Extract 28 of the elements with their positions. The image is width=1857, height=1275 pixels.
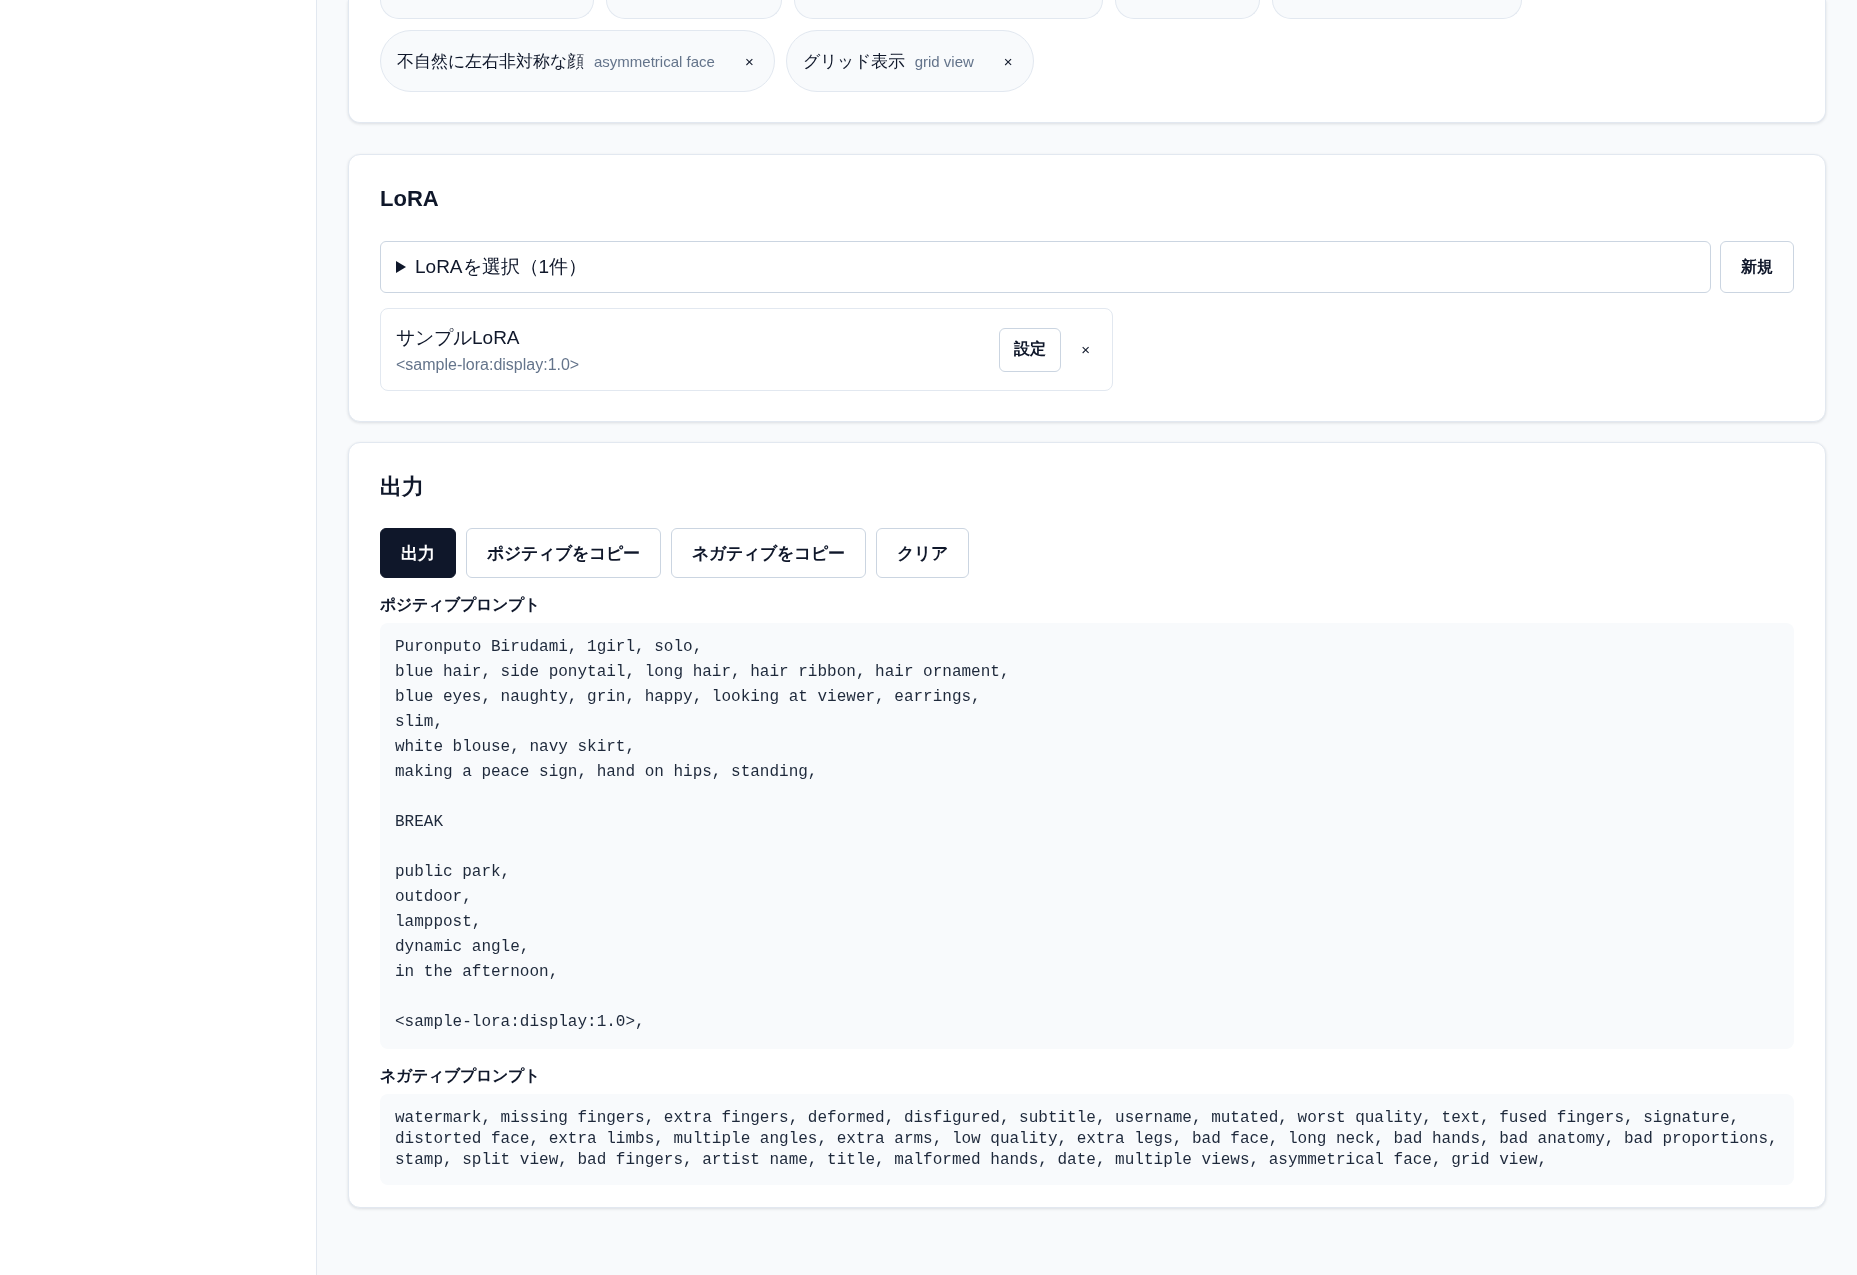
settings-button[interactable]: 設定 — [999, 327, 1062, 372]
tag-chip[interactable] — [606, 0, 782, 19]
remove-button[interactable]: × — [738, 50, 760, 72]
remove-button[interactable]: × — [997, 50, 1019, 72]
output-button[interactable]: 出力 — [380, 528, 456, 578]
tag-translation: asymmetrical face — [594, 52, 715, 70]
lora-name: サンプルLoRA — [396, 326, 521, 350]
lora-select[interactable]: LoRAを選択（1件） — [380, 241, 1711, 293]
lora-tag: <sample-lora:display:1.0> — [396, 356, 1000, 374]
field-label: ネガティブプロンプト — [380, 1066, 541, 1086]
tag-chip[interactable] — [380, 0, 594, 19]
tag-label: グリッド表示 — [802, 50, 905, 73]
tag-chip[interactable] — [794, 0, 1103, 19]
negative-prompt: watermark, missing fingers, extra fingers, deformed, disfigured, subtitle, username, mutated, worst quality, text, fused fingers, signature, distorted face, extra limbs, multiple angles, extra arms, low quality, extra legs, bad face, long neck, bad hands, bad anatomy, bad proportions, stamp, split view, bad fingers, artist name, title, malformed hands, date, multiple views, asymmetrical face, grid view, — [380, 1094, 1794, 1185]
tag-translation: grid view — [914, 52, 974, 70]
tag-chip[interactable] — [1272, 0, 1522, 19]
field-label: ポジティブプロンプト — [380, 595, 541, 615]
caret-icon — [395, 260, 407, 274]
section-title: 出力 — [380, 473, 425, 501]
positive-prompt: Puronputo Birudami, 1girl, solo, blue hair, side ponytail, long hair, hair ribbon, hair ornament, blue eyes, naughty, grin, happy, looking at viewer, earrings, slim, white blouse, navy skirt, making a peace sign, hand on hips, standing, BREAK public park, outdoor, lamppost, dynamic angle, in the afternoon, <sample-lora:display:1.0>, — [380, 623, 1794, 1049]
section-title: LoRA — [380, 185, 440, 213]
new-button[interactable]: 新規 — [1720, 241, 1794, 293]
tag-chip[interactable] — [1115, 0, 1260, 19]
action-button[interactable]: ポジティブをコピー — [466, 528, 661, 578]
action-button[interactable]: クリア — [876, 528, 969, 578]
action-button[interactable]: ネガティブをコピー — [671, 528, 866, 578]
remove-button[interactable]: × — [1075, 339, 1096, 360]
tag-label: 不自然に左右非対称な顔 — [397, 50, 584, 73]
